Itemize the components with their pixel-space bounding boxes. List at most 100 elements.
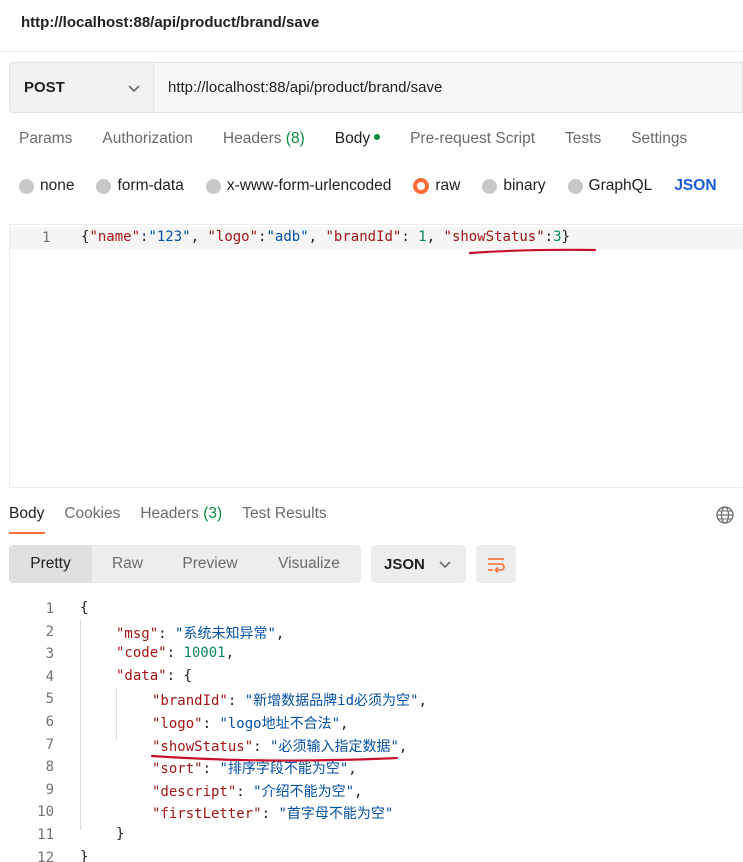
radio-icon bbox=[567, 178, 583, 194]
radio-selected-icon bbox=[413, 178, 430, 194]
view-visualize[interactable]: Visualize bbox=[257, 545, 361, 583]
view-mode-selector: Pretty Raw Preview Visualize bbox=[9, 545, 361, 583]
tab-tests[interactable]: Tests bbox=[565, 130, 601, 158]
tab-settings[interactable]: Settings bbox=[631, 130, 687, 158]
line-number: 5 bbox=[45, 691, 54, 708]
body-type-form-data[interactable]: form-data bbox=[96, 177, 184, 195]
punct: : bbox=[236, 783, 254, 800]
view-raw[interactable]: Raw bbox=[92, 545, 163, 583]
body-type-label: x-www-form-urlencoded bbox=[226, 177, 392, 194]
json-key: "code" bbox=[116, 645, 167, 662]
globe-icon[interactable] bbox=[715, 505, 735, 525]
request-tabs: Params Authorization Headers (8) Body Pr… bbox=[19, 130, 717, 158]
response-tab-headers-label: Headers bbox=[140, 505, 199, 522]
json-key: "logo" bbox=[152, 716, 203, 732]
code-line: "logo": "logo地址不合法", bbox=[152, 713, 348, 733]
radio-icon bbox=[96, 178, 112, 194]
line-number: 1 bbox=[45, 601, 54, 617]
tab-pre-request-script[interactable]: Pre-request Script bbox=[410, 130, 535, 158]
response-tab-headers[interactable]: Headers (3) bbox=[140, 505, 222, 523]
indent-guide bbox=[80, 620, 81, 830]
open-brace: { bbox=[183, 667, 192, 684]
wrap-lines-button[interactable] bbox=[476, 545, 516, 583]
punct: : bbox=[261, 806, 279, 823]
tab-authorization[interactable]: Authorization bbox=[102, 130, 192, 158]
body-type-label: none bbox=[40, 177, 75, 194]
method-select[interactable]: POST bbox=[9, 62, 153, 113]
json-string-value: "介绍不能为空" bbox=[253, 783, 355, 800]
json-key: "data" bbox=[116, 667, 167, 684]
body-type-graphql[interactable]: GraphQL bbox=[567, 177, 653, 195]
request-title: http://localhost:88/api/product/brand/sa… bbox=[0, 0, 743, 52]
request-body-code: {"name":"123", "logo":"adb", "brandId": … bbox=[81, 229, 570, 245]
code-line: } bbox=[80, 849, 88, 862]
request-body-editor[interactable]: 1 {"name":"123", "logo":"adb", "brandId"… bbox=[9, 224, 743, 488]
code-line: "brandId": "新增数据品牌id必须为空", bbox=[152, 690, 427, 710]
json-string-value: "新增数据品牌id必须为空" bbox=[244, 693, 419, 710]
url-bar: POST http://localhost:88/api/product/bra… bbox=[9, 62, 743, 113]
line-number: 6 bbox=[45, 714, 54, 730]
body-type-label: GraphQL bbox=[588, 177, 653, 194]
close-brace: } bbox=[80, 848, 89, 862]
response-tab-headers-count: (3) bbox=[203, 505, 223, 522]
line-number: 8 bbox=[45, 759, 54, 776]
open-brace: { bbox=[80, 600, 89, 616]
close-brace: } bbox=[116, 826, 125, 842]
body-type-raw[interactable]: raw bbox=[413, 177, 460, 195]
comma: , bbox=[225, 645, 235, 662]
radio-icon bbox=[205, 178, 221, 194]
tab-params[interactable]: Params bbox=[19, 130, 72, 158]
line-number: 4 bbox=[45, 668, 54, 685]
chevron-down-icon bbox=[128, 84, 140, 92]
annotation-underline bbox=[468, 248, 597, 255]
modified-dot-icon bbox=[374, 133, 381, 140]
body-type-label: form-data bbox=[117, 177, 184, 194]
code-line: "firstLetter": "首字母不能为空" bbox=[152, 803, 393, 823]
tab-headers-count: (8) bbox=[285, 130, 305, 147]
json-string-value: "首字母不能为空" bbox=[278, 806, 394, 823]
body-type-label: binary bbox=[503, 177, 546, 194]
wrap-lines-icon bbox=[488, 558, 505, 573]
radio-icon bbox=[19, 178, 34, 194]
code-line: { bbox=[80, 600, 88, 616]
response-tab-test-results[interactable]: Test Results bbox=[242, 505, 326, 523]
body-type-label: raw bbox=[435, 177, 461, 194]
body-type-urlencoded[interactable]: x-www-form-urlencoded bbox=[205, 177, 392, 195]
line-number: 12 bbox=[37, 849, 54, 862]
tab-headers[interactable]: Headers (8) bbox=[223, 130, 305, 158]
response-format-select[interactable]: JSON bbox=[371, 545, 466, 583]
tab-body[interactable]: Body bbox=[335, 130, 381, 158]
indent-guide bbox=[116, 688, 117, 740]
active-tab-indicator bbox=[9, 532, 45, 534]
json-key: "brandId" bbox=[152, 693, 228, 710]
code-line: "msg": "系统未知异常", bbox=[116, 623, 284, 643]
comma: , bbox=[418, 693, 427, 710]
line-number: 7 bbox=[45, 736, 54, 753]
view-pretty[interactable]: Pretty bbox=[9, 545, 92, 583]
punct: : bbox=[166, 667, 184, 684]
punct: : bbox=[227, 693, 245, 710]
response-tabs: Body Cookies Headers (3) Test Results bbox=[9, 505, 347, 523]
json-string-value: "logo地址不合法" bbox=[219, 716, 341, 732]
punct: : bbox=[166, 645, 184, 662]
response-tab-cookies[interactable]: Cookies bbox=[64, 505, 120, 523]
radio-icon bbox=[482, 178, 498, 194]
view-preview[interactable]: Preview bbox=[163, 545, 257, 583]
line-number: 9 bbox=[45, 781, 54, 798]
json-key: "descript" bbox=[152, 783, 237, 800]
body-type-none[interactable]: none bbox=[19, 177, 74, 195]
response-tab-body[interactable]: Body bbox=[9, 505, 44, 523]
code-line: "code": 10001, bbox=[116, 645, 234, 661]
url-input[interactable]: http://localhost:88/api/product/brand/sa… bbox=[153, 62, 743, 113]
comma: , bbox=[398, 738, 408, 755]
body-format-select[interactable]: JSON bbox=[674, 177, 716, 195]
code-line: } bbox=[116, 826, 124, 842]
body-type-selector: none form-data x-www-form-urlencoded raw… bbox=[19, 177, 717, 195]
body-type-binary[interactable]: binary bbox=[482, 177, 546, 195]
json-key: "firstLetter" bbox=[152, 806, 262, 823]
comma: , bbox=[354, 783, 363, 800]
punct: : bbox=[202, 716, 220, 732]
json-string-value: "系统未知异常" bbox=[175, 625, 276, 642]
punct: : bbox=[158, 625, 176, 642]
json-key: "msg" bbox=[116, 625, 159, 642]
